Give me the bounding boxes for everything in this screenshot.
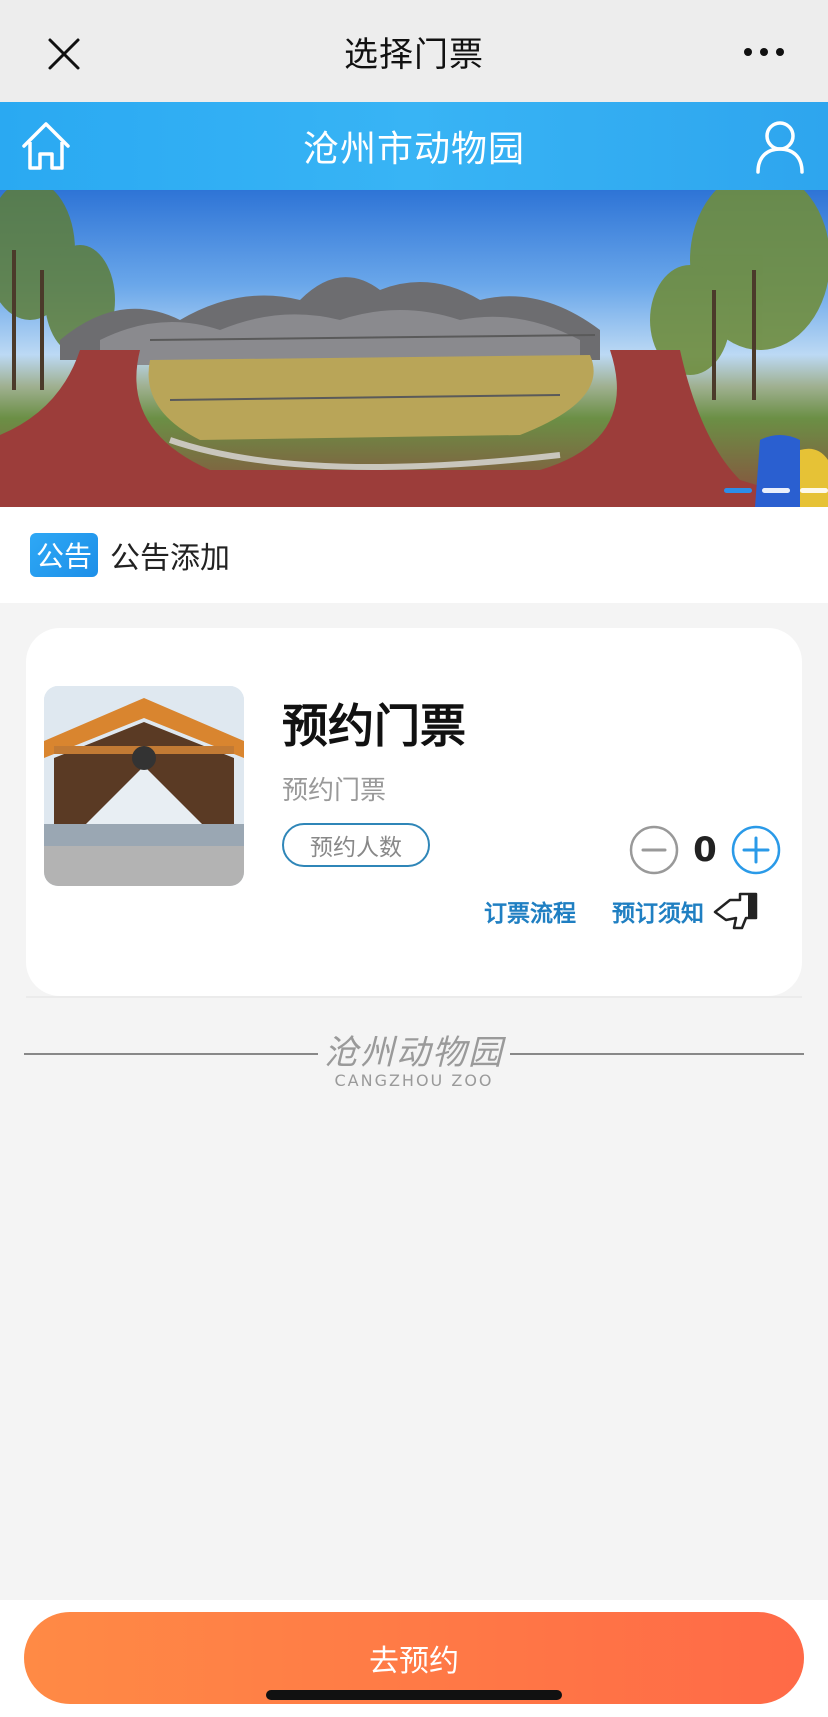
banner-dot[interactable]	[724, 488, 752, 493]
logo-divider-right	[510, 1053, 804, 1055]
page: 选择门票 沧州市动物园 公告 公告添加 预约门票 预约门票 预约人数 0 订票流…	[0, 0, 828, 1717]
user-icon[interactable]	[752, 116, 808, 176]
ticket-subtitle: 预约门票	[282, 776, 387, 806]
home-icon[interactable]	[16, 116, 76, 176]
banner-carousel[interactable]	[0, 190, 828, 507]
quantity-stepper: 0	[628, 824, 782, 876]
banner-dot[interactable]	[800, 488, 828, 493]
home-indicator	[266, 1690, 562, 1700]
close-icon[interactable]	[44, 34, 84, 74]
plus-icon[interactable]	[730, 824, 782, 876]
notice-tag: 公告	[30, 533, 98, 577]
zoo-logo-en: CANGZHOU ZOO	[334, 1071, 494, 1090]
banner-dots	[724, 488, 828, 493]
booking-notice-link[interactable]: 预订须知	[612, 894, 704, 928]
banner-image	[0, 190, 828, 507]
site-header: 沧州市动物园	[0, 102, 828, 190]
page-title: 选择门票	[344, 34, 484, 75]
minus-icon[interactable]	[628, 824, 680, 876]
pointing-hand-icon	[713, 892, 758, 930]
visitor-count-badge: 预约人数	[282, 823, 430, 867]
booking-process-link[interactable]: 订票流程	[484, 894, 576, 928]
top-bar: 选择门票	[0, 0, 828, 102]
notice-text: 公告添加	[110, 541, 230, 576]
ticket-links: 订票流程 预订须知	[484, 890, 762, 932]
logo-divider-left	[24, 1053, 318, 1055]
site-title: 沧州市动物园	[302, 129, 525, 170]
zoo-logo-cn: 沧州动物园	[324, 1033, 504, 1073]
ticket-card: 预约门票 预约门票 预约人数 0 订票流程 预订须知	[26, 628, 802, 996]
card-divider	[26, 996, 802, 998]
quantity-value: 0	[693, 830, 717, 870]
ticket-title: 预约门票	[282, 699, 466, 753]
banner-dot[interactable]	[762, 488, 790, 493]
notice-bar[interactable]: 公告 公告添加	[0, 507, 828, 603]
more-icon[interactable]	[742, 40, 786, 64]
ticket-thumbnail	[44, 686, 244, 886]
